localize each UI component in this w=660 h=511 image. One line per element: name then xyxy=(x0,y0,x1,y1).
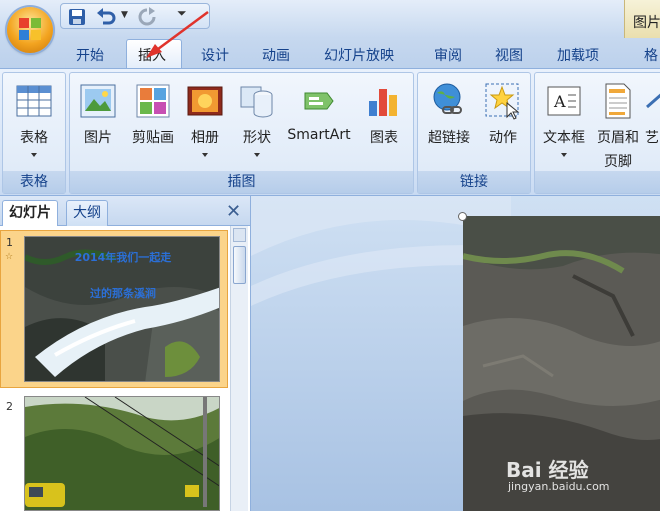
shapes-dropdown-icon xyxy=(254,153,260,157)
group-tables-label: 表格 xyxy=(3,171,65,193)
ribbon-tab-row: 开始 插入 设计 动画 幻灯片放映 审阅 视图 加载项 格 xyxy=(0,38,660,69)
tab-outline[interactable]: 大纲 xyxy=(66,200,108,226)
baidu-watermark: Bai 经验 jingyan.baidu.com xyxy=(506,450,656,500)
group-links-label: 链接 xyxy=(418,171,530,193)
watermark-brand: Bai 经验 xyxy=(506,458,589,482)
picture-icon xyxy=(80,84,116,118)
save-icon[interactable] xyxy=(67,7,87,27)
shapes-label: 形状 xyxy=(243,130,271,146)
smartart-button[interactable]: SmartArt xyxy=(284,77,354,167)
office-button[interactable] xyxy=(7,7,53,53)
group-illustrations: 图片 剪贴画 相册 形状 SmartArt 图表 插图 xyxy=(69,72,414,194)
annotation-arrow-icon xyxy=(146,10,209,58)
tab-review[interactable]: 审阅 xyxy=(434,45,462,65)
watermark-url: jingyan.baidu.com xyxy=(508,480,610,493)
ribbon: 表格 表格 图片 剪贴画 相册 形状 SmartArt 图表 插图 超链接 动作… xyxy=(0,68,660,196)
selection-handle[interactable] xyxy=(458,212,467,221)
slide-panel-tabs: 幻灯片 大纲 ✕ xyxy=(0,196,250,226)
slide-1-title-line2: 过的那条溪涧 xyxy=(90,286,156,300)
close-panel-icon[interactable]: ✕ xyxy=(226,201,241,222)
action-button[interactable]: 动作 xyxy=(478,77,528,167)
header-footer-icon xyxy=(605,83,631,119)
header-footer-button[interactable]: 页眉和 页脚 xyxy=(593,77,643,170)
clipart-icon xyxy=(136,84,170,118)
photo-album-label: 相册 xyxy=(191,130,219,146)
office-logo-icon xyxy=(19,18,41,40)
hyperlink-icon xyxy=(433,83,462,114)
tab-home[interactable]: 开始 xyxy=(76,45,104,65)
undo-dropdown-icon[interactable]: ▼ xyxy=(121,10,128,20)
clipart-label: 剪贴画 xyxy=(132,130,174,146)
undo-icon[interactable] xyxy=(95,7,117,27)
tab-slideshow[interactable]: 幻灯片放映 xyxy=(324,45,394,65)
group-links: 超链接 动作 链接 xyxy=(417,72,531,194)
picture-button[interactable]: 图片 xyxy=(72,77,124,167)
hyperlink-button[interactable]: 超链接 xyxy=(420,77,478,167)
group-tables: 表格 表格 xyxy=(2,72,66,194)
picture-tools-context-tab[interactable]: 图片 xyxy=(624,0,660,38)
action-icon xyxy=(485,83,520,120)
slide-1-thumbnail[interactable]: 2014年我们一起走 过的那条溪涧 xyxy=(24,236,220,382)
textbox-icon: A xyxy=(547,86,581,116)
tab-slides[interactable]: 幻灯片 xyxy=(2,200,58,226)
table-icon xyxy=(16,85,52,117)
tab-view[interactable]: 视图 xyxy=(495,45,523,65)
wordart-label: 艺 xyxy=(645,130,659,146)
header-footer-label-line1: 页眉和 xyxy=(597,130,639,146)
picture-label: 图片 xyxy=(84,130,112,146)
chart-button[interactable]: 图表 xyxy=(356,77,412,167)
context-tab-title: 图片 xyxy=(633,15,660,31)
smartart-label: SmartArt xyxy=(287,127,351,143)
slide-2-thumbnail[interactable] xyxy=(24,396,220,511)
wordart-icon xyxy=(646,93,660,109)
tab-addins[interactable]: 加载项 xyxy=(557,45,599,65)
shapes-icon xyxy=(240,86,273,118)
smartart-icon xyxy=(304,92,334,110)
waterfall-image: 2014年我们一起走 过的那条溪涧 xyxy=(25,237,219,381)
slide-1-title-line1: 2014年我们一起走 xyxy=(75,250,172,264)
action-label: 动作 xyxy=(489,130,517,146)
group-illustrations-label: 插图 xyxy=(70,171,413,193)
photo-album-button[interactable]: 相册 xyxy=(182,77,228,167)
hyperlink-label: 超链接 xyxy=(428,130,470,146)
header-footer-label-line2: 页脚 xyxy=(604,154,632,170)
slide-thumbnail-panel: 1 ☆ 2014年我们一起走 过的那条溪涧 2 xyxy=(0,226,250,511)
scroll-up-icon[interactable] xyxy=(233,228,246,242)
photo-album-icon xyxy=(187,86,223,116)
slide-2-number: 2 xyxy=(6,400,13,413)
tab-animations[interactable]: 动画 xyxy=(262,45,290,65)
clipart-button[interactable]: 剪贴画 xyxy=(126,77,180,167)
textbox-button[interactable]: A 文本框 xyxy=(537,77,591,167)
wordart-button[interactable]: 艺 xyxy=(645,77,660,167)
group-text: A 文本框 页眉和 页脚 艺 xyxy=(534,72,660,194)
table-dropdown-icon xyxy=(31,153,37,157)
mountain-cablecar-image xyxy=(25,397,219,510)
tab-format[interactable]: 格 xyxy=(644,45,658,65)
table-button[interactable]: 表格 xyxy=(5,77,63,167)
svg-text:A: A xyxy=(553,92,566,111)
group-text-label xyxy=(535,171,660,193)
shapes-button[interactable]: 形状 xyxy=(232,77,282,167)
textbox-dropdown-icon xyxy=(561,153,567,157)
title-bar: ▼ ⏷ 图片 xyxy=(0,0,660,38)
chart-label: 图表 xyxy=(370,130,398,146)
scroll-thumb[interactable] xyxy=(233,246,246,284)
slide-1-animation-icon: ☆ xyxy=(5,252,14,262)
photo-album-dropdown-icon xyxy=(202,153,208,157)
table-label: 表格 xyxy=(20,130,48,146)
chart-icon xyxy=(369,89,397,116)
slide-panel-scrollbar[interactable] xyxy=(230,226,248,511)
textbox-label: 文本框 xyxy=(543,130,585,146)
slide-1-number: 1 xyxy=(6,236,13,249)
